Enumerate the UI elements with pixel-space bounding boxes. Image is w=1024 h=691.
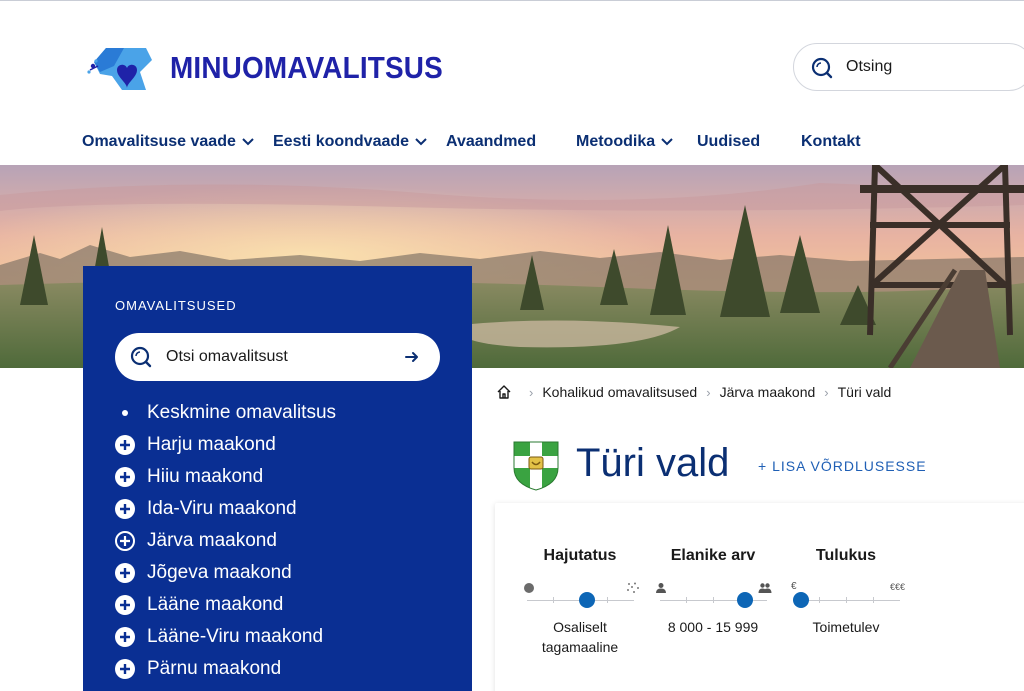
slider-tick xyxy=(607,597,608,603)
region-label: Ida-Viru maakond xyxy=(147,498,297,519)
nav-label: Eesti koondvaade xyxy=(273,133,410,150)
page-title: Türi vald xyxy=(576,441,730,485)
slider-knob[interactable] xyxy=(793,592,809,608)
metric-value-line: 8 000 - 15 999 xyxy=(667,619,759,635)
plus-circle-icon xyxy=(115,627,135,647)
region-laane[interactable]: Lääne maakond xyxy=(115,591,283,619)
nav-avaandmed[interactable]: Avaandmed xyxy=(446,133,536,151)
chevron-down-icon xyxy=(242,138,254,146)
slider-tick xyxy=(873,597,874,603)
nav-label: Metoodika xyxy=(576,133,656,150)
region-hiiu[interactable]: Hiiu maakond xyxy=(115,463,263,491)
plus-circle-outline-icon xyxy=(115,531,135,551)
slider-tick xyxy=(819,597,820,603)
slider-tick xyxy=(713,597,714,603)
metric-value: Osaliselt tagamaaline xyxy=(515,617,645,657)
region-jogeva[interactable]: Jõgeva maakond xyxy=(115,559,292,587)
region-keskmine-omavalitsus[interactable]: Keskmine omavalitsus xyxy=(115,399,336,427)
breadcrumb-item[interactable]: Kohalikud omavalitsused xyxy=(542,384,697,400)
nav-kontakt[interactable]: Kontakt xyxy=(801,133,861,151)
metric-value-line: Toimetulev xyxy=(812,619,880,635)
metric-title: Tulukus xyxy=(815,547,877,564)
top-divider xyxy=(0,0,1024,1)
chevron-right-icon: › xyxy=(706,384,711,400)
metric-title: Elanike arv xyxy=(670,547,756,564)
nav-label: Avaandmed xyxy=(446,133,537,150)
region-label: Lääne maakond xyxy=(147,594,284,615)
region-harju[interactable]: Harju maakond xyxy=(115,431,276,459)
region-label: Pärnu maakond xyxy=(147,658,282,679)
municipality-search-input[interactable]: Otsi omavalitsust xyxy=(115,333,440,381)
region-ida-viru[interactable]: Ida-Viru maakond xyxy=(115,495,297,523)
home-icon[interactable] xyxy=(496,384,512,400)
nav-uudised[interactable]: Uudised xyxy=(697,133,760,151)
logo-icon[interactable] xyxy=(84,46,154,92)
breadcrumb: › Kohalikud omavalitsused › Järva maakon… xyxy=(496,383,891,401)
add-to-comparison-button[interactable]: + LISA VÕRDLUSESSE xyxy=(758,458,927,474)
slider-tick xyxy=(553,597,554,603)
search-icon xyxy=(811,57,833,79)
slider-tick xyxy=(686,597,687,603)
nav-eesti-koondvaade[interactable]: Eesti koondvaade xyxy=(273,133,427,151)
slider-tick xyxy=(846,597,847,603)
bullet-icon xyxy=(115,403,135,423)
plus-circle-icon xyxy=(115,467,135,487)
breadcrumb-item[interactable]: Järva maakond xyxy=(720,384,816,400)
site-search[interactable]: Otsing xyxy=(793,43,1024,91)
search-placeholder: Otsi omavalitsust xyxy=(166,348,288,365)
metric-value: 8 000 - 15 999 xyxy=(648,617,778,637)
coat-of-arms-icon xyxy=(513,441,559,491)
region-label: Keskmine omavalitsus xyxy=(147,402,337,423)
search-icon xyxy=(130,346,152,368)
chevron-right-icon: › xyxy=(824,384,829,400)
search-label: Otsing xyxy=(846,58,893,75)
municipality-panel: OMAVALITSUSED Otsi omavalitsust Keskmine… xyxy=(83,266,472,691)
breadcrumb-current: Türi vald xyxy=(837,384,892,400)
slider-knob[interactable] xyxy=(737,592,754,608)
chevron-down-icon xyxy=(415,138,427,146)
metric-value-line: Osaliselt xyxy=(553,619,607,635)
region-laane-viru[interactable]: Lääne-Viru maakond xyxy=(115,623,323,651)
euro-icon: € xyxy=(791,581,797,592)
plus-circle-icon xyxy=(115,563,135,583)
slider-knob[interactable] xyxy=(578,592,595,608)
plus-circle-icon xyxy=(115,499,135,519)
region-label: Harju maakond xyxy=(147,434,276,455)
chevron-right-icon: › xyxy=(529,384,534,400)
plus-circle-icon xyxy=(115,595,135,615)
plus-circle-icon xyxy=(115,659,135,679)
nav-label: Kontakt xyxy=(801,133,861,150)
region-parnu[interactable]: Pärnu maakond xyxy=(115,655,281,683)
nav-omavalitsuse-vaade[interactable]: Omavalitsuse vaade xyxy=(82,133,254,151)
chevron-down-icon xyxy=(661,138,673,146)
region-label: Lääne-Viru maakond xyxy=(147,626,324,647)
scatter-dots-icon xyxy=(627,582,639,593)
nav-label: Uudised xyxy=(697,133,761,150)
brand-name[interactable]: MINUOMAVALITSUS xyxy=(170,50,443,86)
metric-title: Hajutatus xyxy=(543,547,617,564)
region-label: Järva maakond xyxy=(147,530,277,551)
plus-circle-icon xyxy=(115,435,135,455)
region-jarva[interactable]: Järva maakond xyxy=(115,527,277,555)
nav-metoodika[interactable]: Metoodika xyxy=(576,133,673,151)
metric-value: Toimetulev xyxy=(781,617,911,637)
euro-triple-icon: €€€ xyxy=(890,582,906,592)
arrow-right-icon[interactable] xyxy=(404,349,420,365)
metric-value-line: tagamaaline xyxy=(541,639,619,655)
people-icon xyxy=(758,583,772,593)
panel-title: OMAVALITSUSED xyxy=(115,298,237,313)
region-label: Hiiu maakond xyxy=(147,466,264,487)
nav-label: Omavalitsuse vaade xyxy=(82,133,236,150)
dot-icon xyxy=(524,583,534,593)
metrics-card: Hajutatus Osaliselt tagamaaline Elanike a… xyxy=(495,503,1024,691)
region-label: Jõgeva maakond xyxy=(147,562,292,583)
person-icon xyxy=(656,583,666,593)
